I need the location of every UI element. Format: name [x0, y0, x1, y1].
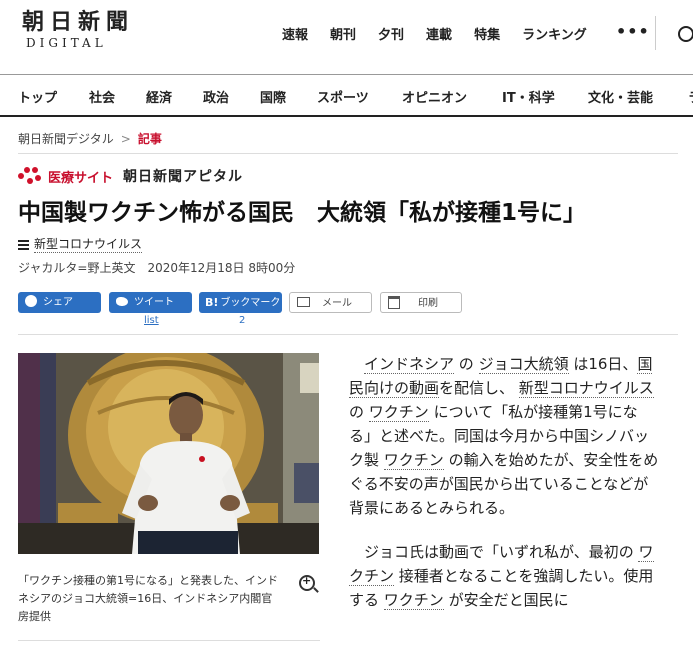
breadcrumb-divider: [18, 153, 678, 154]
byline: ジャカルタ=野上英文 2020年12月18日 8時00分: [18, 259, 295, 276]
top-nav-evening[interactable]: 夕刊: [378, 24, 404, 43]
more-menu-button[interactable]: •••: [616, 22, 650, 41]
category-society[interactable]: 社会: [89, 87, 115, 106]
apital-label: 医療サイト: [48, 170, 114, 186]
top-nav-feature[interactable]: 特集: [474, 24, 500, 43]
print-icon: [388, 295, 400, 309]
paragraph-1: インドネシア の ジョコ大統領 は16日、国民向けの動画を配信し、 新型コロナウ…: [349, 352, 659, 520]
category-culture[interactable]: 文化・芸能: [588, 87, 653, 106]
paragraph-2: ジョコ氏は動画で「いずれ私が、最初の ワクチン 接種者となることを強調したい。使…: [349, 540, 659, 612]
category-international[interactable]: 国際: [260, 87, 286, 106]
list-icon: [18, 239, 29, 250]
publish-date: 2020年12月18日 8時00分: [147, 261, 296, 275]
hatena-bookmark-label: ブックマーク: [220, 297, 281, 309]
hatena-bookmark-count[interactable]: 2: [239, 315, 245, 326]
top-nav-ranking[interactable]: ランキング: [522, 24, 587, 43]
body-text: が安全だと国民に: [443, 591, 569, 609]
mail-share-label: メール: [322, 298, 352, 309]
article-body: インドネシア の ジョコ大統領 は16日、国民向けの動画を配信し、 新型コロナウ…: [349, 352, 659, 632]
top-nav-series[interactable]: 連載: [426, 24, 452, 43]
site-logo[interactable]: 朝日新聞 DIGITAL: [22, 10, 152, 50]
category-economy[interactable]: 経済: [146, 87, 172, 106]
photo-caption: 「ワクチン接種の第1号になる」と発表した、インドネシアのジョコ大統領=16日、イ…: [18, 574, 278, 623]
category-top[interactable]: トップ: [18, 87, 57, 106]
twitter-share-label: ツイート: [134, 297, 174, 308]
topic-tag[interactable]: 新型コロナウイルス: [18, 235, 143, 253]
top-nav: 速報 朝刊 夕刊 連載 特集 ランキング: [282, 24, 609, 43]
author: ジャカルタ=野上英文: [18, 261, 136, 275]
print-label: 印刷: [418, 298, 438, 309]
body-text: は16日、: [568, 355, 638, 373]
search-icon[interactable]: [678, 26, 693, 42]
caption-divider: [18, 640, 320, 641]
category-more[interactable]: ラ: [688, 87, 693, 106]
category-opinion[interactable]: オピニオン: [402, 87, 467, 106]
category-it-science[interactable]: IT・科学: [502, 87, 555, 106]
mail-share-button[interactable]: メール: [289, 292, 372, 313]
president-photo-image: [18, 353, 319, 554]
zoom-icon[interactable]: [299, 574, 315, 591]
share-divider: [18, 334, 678, 335]
hatena-bookmark-button[interactable]: B! ブックマーク: [199, 292, 282, 313]
breadcrumb-separator: >: [120, 132, 131, 146]
body-text: の: [454, 355, 479, 373]
body-text: ジョコ氏は動画で「いずれ私が、最初の: [364, 543, 639, 561]
hatena-bookmark-icon: B!: [205, 296, 219, 309]
twitter-share-button[interactable]: ツイート: [109, 292, 192, 313]
apital-logo-icon: [18, 166, 42, 186]
body-text: を配信し、: [439, 379, 519, 397]
keyword-link[interactable]: 新型コロナウイルス: [518, 379, 654, 398]
keyword-link[interactable]: インドネシア: [364, 355, 455, 374]
top-nav-morning[interactable]: 朝刊: [330, 24, 356, 43]
topic-tag-label: 新型コロナウイルス: [34, 237, 143, 253]
keyword-link[interactable]: ワクチン: [368, 403, 429, 422]
facebook-share-button[interactable]: シェア: [18, 292, 101, 313]
breadcrumb: 朝日新聞デジタル > 記事: [18, 130, 162, 147]
facebook-share-label: シェア: [43, 297, 73, 308]
keyword-link[interactable]: ワクチン: [383, 451, 444, 470]
category-sports[interactable]: スポーツ: [317, 87, 369, 106]
keyword-link[interactable]: ワクチン: [383, 591, 444, 610]
header-divider: [655, 16, 656, 50]
logo-main-text: 朝日新聞: [22, 9, 135, 35]
breadcrumb-current: 記事: [137, 132, 162, 146]
logo-sub-text: DIGITAL: [26, 36, 107, 50]
mail-icon: [297, 297, 310, 307]
apital-banner[interactable]: 医療サイト 朝日新聞アピタル: [18, 166, 243, 186]
print-button[interactable]: 印刷: [380, 292, 462, 313]
facebook-icon: [25, 295, 37, 307]
category-politics[interactable]: 政治: [203, 87, 229, 106]
twitter-list-link[interactable]: list: [144, 315, 159, 326]
article-photo[interactable]: [18, 353, 319, 554]
keyword-link[interactable]: ジョコ大統領: [478, 355, 569, 374]
top-nav-breaking[interactable]: 速報: [282, 24, 308, 43]
twitter-icon: [116, 296, 128, 306]
apital-name: 朝日新聞アピタル: [123, 169, 244, 185]
article-title: 中国製ワクチン怖がる国民 大統領「私が接種1号に」: [18, 200, 587, 226]
breadcrumb-home[interactable]: 朝日新聞デジタル: [18, 132, 114, 146]
body-text: の: [349, 403, 369, 421]
site-header: 朝日新聞 DIGITAL 速報 朝刊 夕刊 連載 特集 ランキング •••: [0, 0, 693, 74]
category-nav: トップ 社会 経済 政治 国際 スポーツ オピニオン IT・科学 文化・芸能 ラ: [0, 75, 693, 117]
